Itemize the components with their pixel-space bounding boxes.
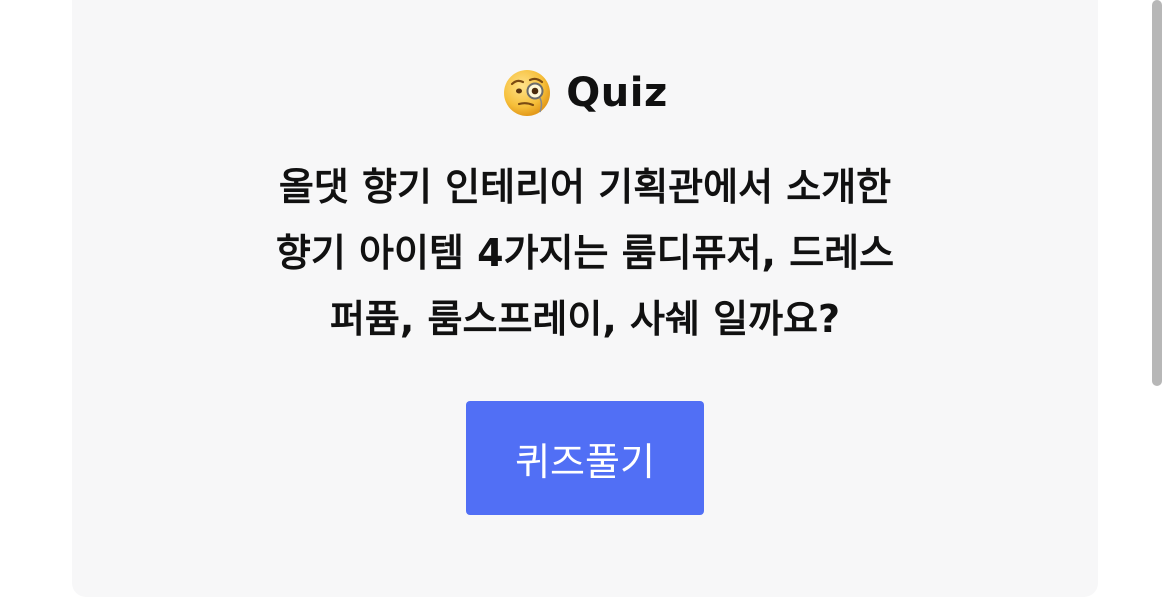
solve-quiz-button[interactable]: 퀴즈풀기 <box>466 401 704 515</box>
quiz-title: Quiz <box>566 70 668 116</box>
page: Quiz 올댓 향기 인테리어 기획관에서 소개한 향기 아이템 4가지는 룸디… <box>0 0 1170 598</box>
quiz-question: 올댓 향기 인테리어 기획관에서 소개한 향기 아이템 4가지는 룸디퓨저, 드… <box>0 154 1170 352</box>
question-line-1: 올댓 향기 인테리어 기획관에서 소개한 <box>278 165 892 209</box>
question-line-2: 향기 아이템 4가지는 룸디퓨저, 드레스 <box>275 231 895 275</box>
face-with-monocle-icon <box>504 70 551 116</box>
quiz-header: Quiz <box>0 68 1170 118</box>
question-line-3: 퍼퓸, 룸스프레이, 사쉐 일까요? <box>329 297 841 341</box>
scrollbar-thumb[interactable] <box>1152 0 1162 386</box>
